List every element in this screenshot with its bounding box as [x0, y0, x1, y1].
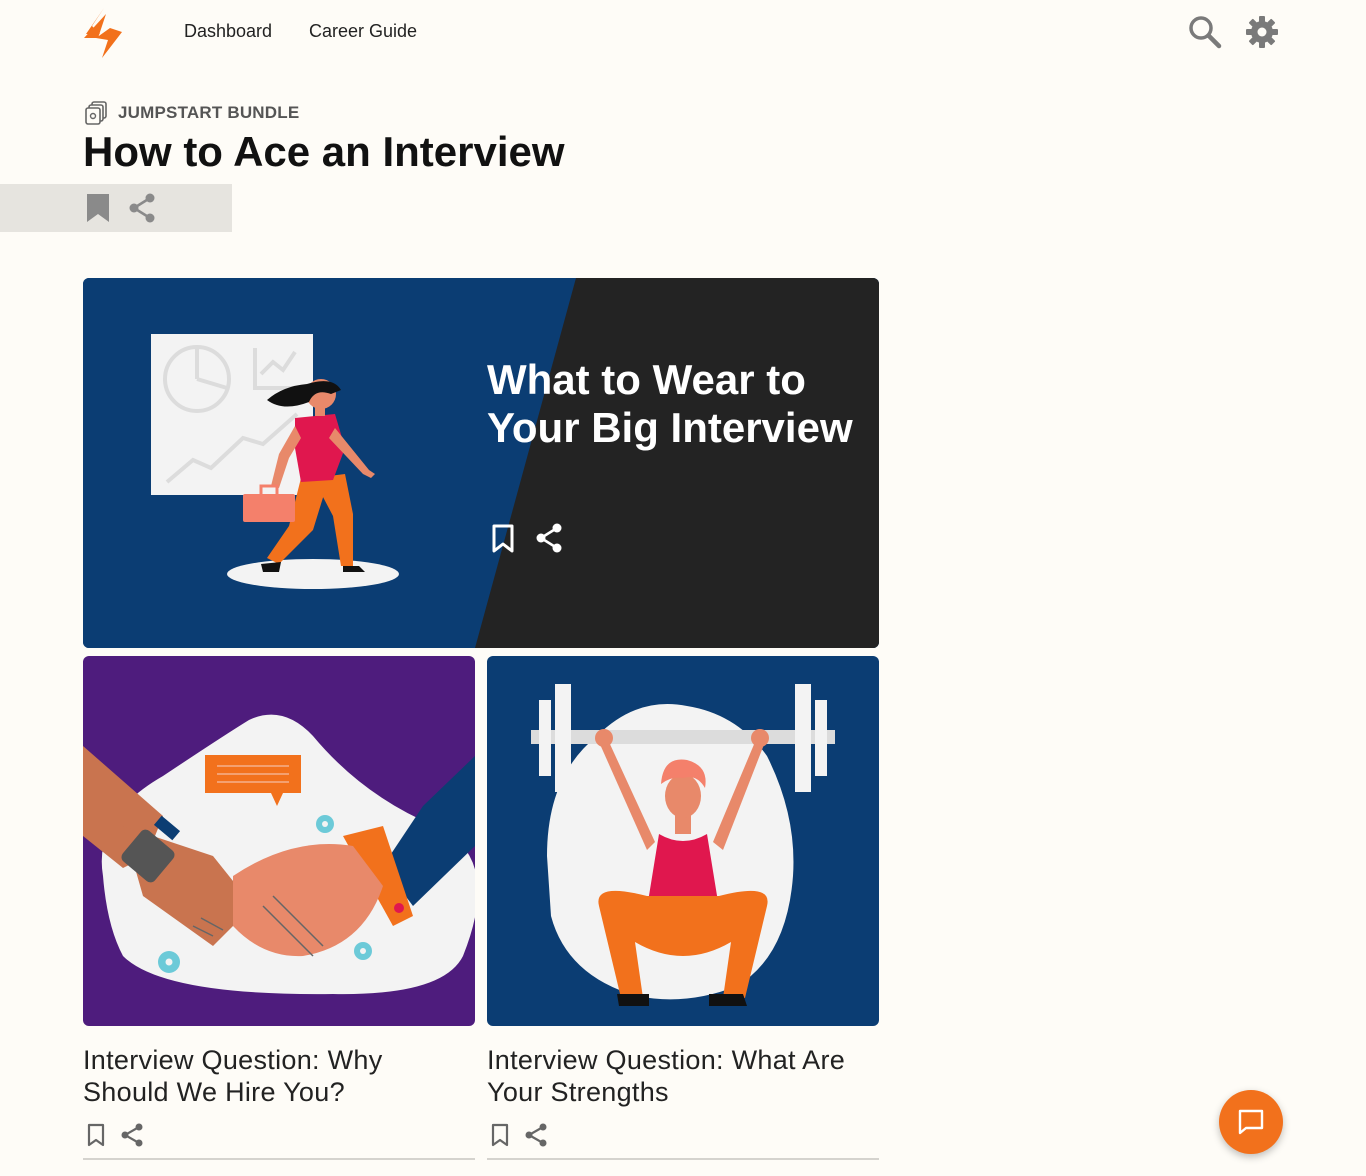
lightning-logo-icon[interactable] — [82, 8, 124, 58]
featured-article-card[interactable]: What to Wear to Your Big Interview — [83, 278, 879, 648]
share-icon[interactable] — [126, 192, 158, 224]
article-card-title[interactable]: Interview Question: What Are Your Streng… — [487, 1044, 879, 1108]
share-icon[interactable] — [533, 522, 565, 554]
article-card-image[interactable] — [83, 656, 475, 1026]
divider — [83, 1158, 475, 1160]
bundle-icon — [85, 101, 107, 125]
top-navigation: Dashboard Career Guide — [0, 0, 1366, 66]
gear-icon[interactable] — [1244, 14, 1280, 50]
bookmark-outline-icon[interactable] — [487, 1122, 513, 1148]
bookmark-outline-icon[interactable] — [487, 522, 519, 554]
article-card-image[interactable] — [487, 656, 879, 1026]
bundle-label-text: JUMPSTART BUNDLE — [118, 103, 300, 122]
page-title: How to Ace an Interview — [83, 128, 565, 175]
nav-link-career-guide[interactable]: Career Guide — [309, 21, 417, 42]
article-card-title[interactable]: Interview Question: Why Should We Hire Y… — [83, 1044, 475, 1108]
handshake-illustration — [83, 656, 475, 1026]
share-icon[interactable] — [119, 1122, 145, 1148]
nav-link-dashboard[interactable]: Dashboard — [184, 21, 272, 42]
bookmark-outline-icon[interactable] — [83, 1122, 109, 1148]
page-action-bar — [0, 184, 232, 232]
share-icon[interactable] — [523, 1122, 549, 1148]
chat-button[interactable] — [1219, 1090, 1283, 1154]
article-card-actions — [487, 1122, 549, 1148]
article-card: Interview Question: Why Should We Hire Y… — [83, 656, 475, 1160]
chat-icon — [1238, 1109, 1264, 1135]
featured-article-actions — [487, 522, 565, 554]
article-card: Interview Question: What Are Your Streng… — [487, 656, 879, 1160]
walking-woman-illustration — [83, 278, 879, 648]
search-icon[interactable] — [1187, 14, 1223, 50]
weightlifter-illustration — [487, 656, 879, 1026]
featured-article-title[interactable]: What to Wear to Your Big Interview — [487, 356, 857, 452]
article-card-actions — [83, 1122, 145, 1148]
bundle-label: JUMPSTART BUNDLE — [84, 100, 299, 126]
divider — [487, 1158, 879, 1160]
bookmark-icon[interactable] — [84, 193, 112, 223]
